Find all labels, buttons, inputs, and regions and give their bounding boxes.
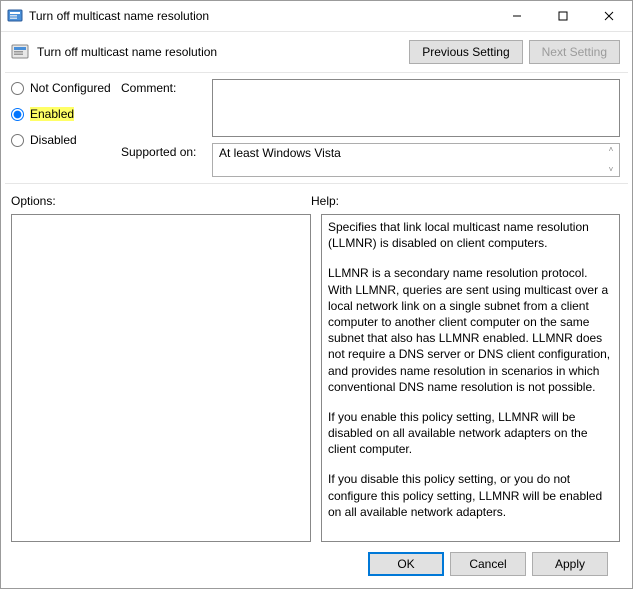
previous-setting-button[interactable]: Previous Setting (409, 40, 522, 64)
radio-not-configured-label: Not Configured (30, 81, 111, 95)
config-area: Not Configured Enabled Disabled Comment:… (1, 73, 632, 183)
help-text: Specifies that link local multicast name… (328, 219, 613, 251)
help-text: LLMNR is a secondary name resolution pro… (328, 265, 613, 395)
chevron-up-icon[interactable]: ˄ (605, 146, 617, 154)
minimize-button[interactable] (494, 1, 540, 31)
radio-not-configured-input[interactable] (11, 82, 24, 95)
apply-button[interactable]: Apply (532, 552, 608, 576)
chevron-down-icon[interactable]: ˅ (605, 166, 617, 174)
titlebar: Turn off multicast name resolution (1, 1, 632, 32)
radio-not-configured[interactable]: Not Configured (11, 81, 121, 95)
supported-on-scroll[interactable]: ˄ ˅ (605, 146, 617, 174)
close-button[interactable] (586, 1, 632, 31)
radio-enabled-label: Enabled (30, 107, 74, 121)
help-text: If you disable this policy setting, or y… (328, 471, 613, 520)
header: Turn off multicast name resolution Previ… (1, 32, 632, 72)
help-text: If you enable this policy setting, LLMNR… (328, 409, 613, 458)
radio-disabled-label: Disabled (30, 133, 77, 147)
radio-enabled-input[interactable] (11, 108, 24, 121)
policy-title: Turn off multicast name resolution (37, 45, 403, 59)
window-title: Turn off multicast name resolution (29, 9, 494, 23)
supported-on-label: Supported on: (121, 143, 206, 159)
policy-header-icon (11, 43, 29, 61)
panel-labels: Options: Help: (11, 194, 620, 208)
panels: Specifies that link local multicast name… (11, 214, 620, 542)
radio-disabled-input[interactable] (11, 134, 24, 147)
maximize-button[interactable] (540, 1, 586, 31)
next-setting-button: Next Setting (529, 40, 620, 64)
supported-on-value-box: At least Windows Vista ˄ ˅ (212, 143, 620, 177)
help-panel[interactable]: Specifies that link local multicast name… (321, 214, 620, 542)
comment-label: Comment: (121, 79, 206, 95)
policy-icon (7, 8, 23, 24)
cancel-button[interactable]: Cancel (450, 552, 526, 576)
comment-row: Comment: (121, 79, 620, 137)
policy-editor-window: Turn off multicast name resolution Turn … (0, 0, 633, 589)
help-label: Help: (311, 194, 339, 208)
options-label: Options: (11, 194, 311, 208)
ok-button[interactable]: OK (368, 552, 444, 576)
fields: Comment: Supported on: At least Windows … (121, 79, 620, 177)
radio-disabled[interactable]: Disabled (11, 133, 121, 147)
supported-on-value: At least Windows Vista (219, 146, 341, 160)
comment-input[interactable] (212, 79, 620, 137)
radio-enabled[interactable]: Enabled (11, 107, 121, 121)
state-radio-group: Not Configured Enabled Disabled (11, 79, 121, 177)
options-panel (11, 214, 311, 542)
footer: OK Cancel Apply (11, 542, 620, 588)
lower-area: Options: Help: Specifies that link local… (1, 184, 632, 588)
supported-row: Supported on: At least Windows Vista ˄ ˅ (121, 143, 620, 177)
